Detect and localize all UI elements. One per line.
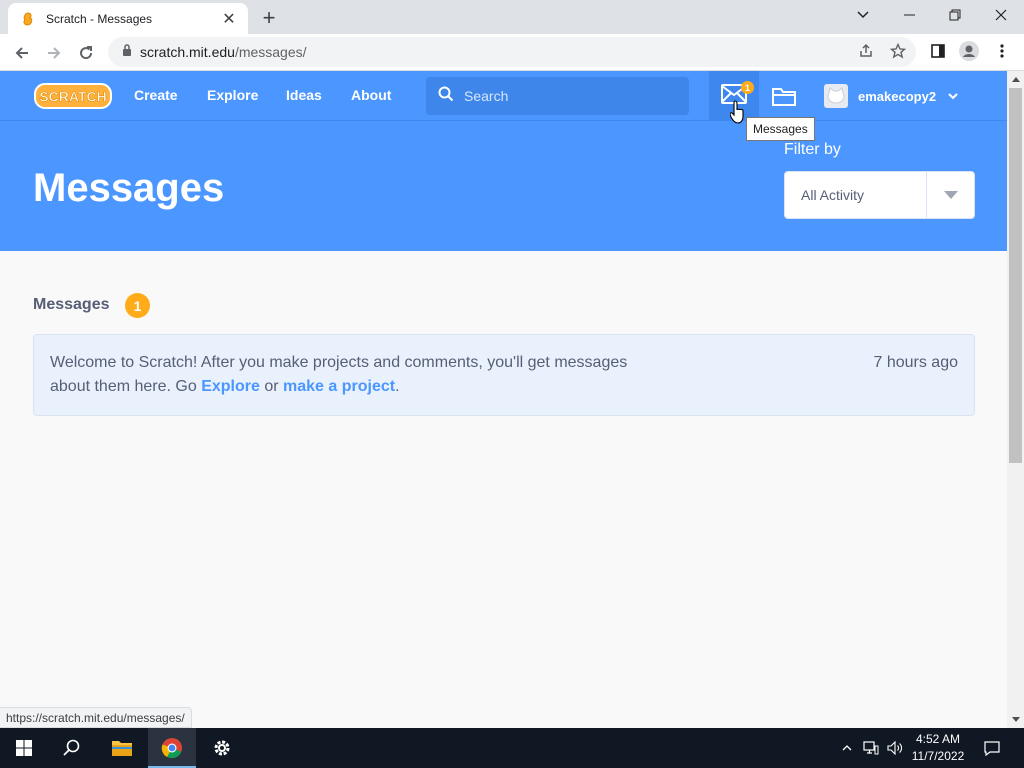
dropdown-arrow-icon: [926, 172, 974, 218]
clock-time: 4:52 AM: [915, 732, 961, 746]
message-text-middle: or: [259, 378, 284, 395]
settings-gear-icon[interactable]: [198, 728, 246, 768]
lock-icon: [122, 43, 132, 61]
message-text: Welcome to Scratch! After you make proje…: [50, 351, 650, 399]
message-text-end: .: [395, 378, 400, 395]
browser-toolbar: scratch.mit.edu/messages/: [0, 34, 1024, 71]
share-icon[interactable]: [852, 37, 880, 65]
chevron-down-icon: [948, 87, 958, 105]
filter-select[interactable]: All Activity: [784, 171, 975, 219]
minimize-button[interactable]: [886, 0, 932, 30]
search-icon: [438, 86, 454, 107]
status-bar-url: https://scratch.mit.edu/messages/: [0, 707, 192, 728]
windows-taskbar: 4:52 AM 11/7/2022: [0, 728, 1024, 768]
scratch-navbar: SCRATCH Create Explore Ideas About 1 ema: [0, 71, 1007, 121]
taskbar-search-icon[interactable]: [48, 728, 96, 768]
tab-search-chevron-icon[interactable]: [840, 0, 886, 30]
avatar: [824, 84, 848, 108]
my-stuff-folder-icon[interactable]: [771, 85, 797, 107]
messages-count-badge: 1: [125, 293, 150, 318]
tab-title: Scratch - Messages: [46, 11, 153, 26]
scratch-logo[interactable]: SCRATCH: [34, 82, 112, 110]
messages-tooltip: Messages: [746, 117, 815, 141]
nav-link-explore[interactable]: Explore: [207, 87, 258, 103]
page-title: Messages: [33, 166, 225, 210]
message-item: Welcome to Scratch! After you make proje…: [33, 334, 975, 416]
messages-section-title: Messages: [33, 296, 110, 313]
nav-link-ideas[interactable]: Ideas: [286, 87, 322, 103]
account-menu[interactable]: emakecopy2: [824, 84, 958, 108]
bookmark-star-icon[interactable]: [884, 37, 912, 65]
file-explorer-icon[interactable]: [98, 728, 146, 768]
reload-icon[interactable]: [72, 39, 100, 67]
address-bar[interactable]: scratch.mit.edu/messages/: [108, 37, 916, 67]
tab-close-icon[interactable]: ✕: [220, 10, 238, 28]
scroll-up-arrow-icon[interactable]: [1007, 71, 1024, 88]
more-menu-icon[interactable]: [988, 37, 1016, 65]
nav-link-about[interactable]: About: [351, 87, 391, 103]
tray-overflow-chevron-icon[interactable]: [838, 728, 856, 768]
filter-value: All Activity: [801, 187, 865, 203]
hand-cursor-icon: [729, 100, 746, 129]
network-icon[interactable]: [860, 728, 882, 768]
message-timestamp: 7 hours ago: [873, 354, 958, 371]
explore-link[interactable]: Explore: [201, 378, 260, 395]
browser-tab[interactable]: Scratch - Messages ✕: [8, 3, 248, 34]
windows-start-icon[interactable]: [0, 728, 48, 768]
side-panel-icon[interactable]: [924, 37, 952, 65]
new-tab-button[interactable]: +: [257, 5, 281, 30]
back-arrow-icon[interactable]: [8, 39, 36, 67]
volume-icon[interactable]: [884, 728, 906, 768]
notification-icon[interactable]: [978, 728, 1006, 768]
search-input[interactable]: [464, 88, 664, 104]
profile-icon[interactable]: [955, 37, 983, 65]
url-text: scratch.mit.edu/messages/: [140, 44, 307, 60]
url-path: /messages/: [234, 44, 307, 60]
nav-link-create[interactable]: Create: [134, 87, 178, 103]
scratch-favicon-icon: [20, 11, 36, 27]
search-box[interactable]: [426, 77, 689, 115]
taskbar-clock[interactable]: 4:52 AM 11/7/2022: [906, 731, 970, 765]
forward-arrow-icon[interactable]: [40, 39, 68, 67]
logo-text: SCRATCH: [39, 89, 106, 105]
make-project-link[interactable]: make a project: [283, 378, 395, 395]
clock-date: 11/7/2022: [911, 749, 965, 763]
page-scrollbar[interactable]: [1007, 71, 1024, 728]
browser-tab-strip: Scratch - Messages ✕ +: [0, 0, 1024, 34]
messages-header: Messages Filter by All Activity: [0, 121, 1007, 251]
filter-label: Filter by: [784, 141, 841, 158]
message-count-badge: 1: [741, 81, 754, 94]
close-window-button[interactable]: [978, 0, 1024, 30]
restore-button[interactable]: [932, 0, 978, 30]
scroll-down-arrow-icon[interactable]: [1007, 711, 1024, 728]
page-content: SCRATCH Create Explore Ideas About 1 ema: [0, 71, 1007, 728]
url-host: scratch.mit.edu: [140, 44, 235, 60]
username: emakecopy2: [858, 88, 937, 104]
scrollbar-thumb[interactable]: [1009, 88, 1022, 463]
chrome-taskbar-icon[interactable]: [148, 728, 196, 768]
